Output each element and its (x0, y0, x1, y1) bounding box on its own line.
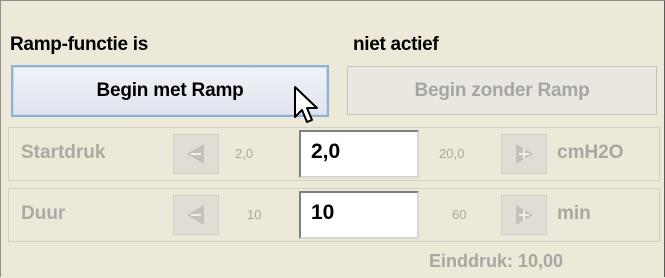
ramp-status-value: niet actief (353, 34, 439, 55)
begin-without-ramp-button[interactable]: Begin zonder Ramp (347, 66, 657, 115)
arrow-right-icon (516, 205, 533, 225)
start-pressure-increase-button[interactable] (501, 134, 547, 174)
duration-input[interactable]: 10 (299, 191, 419, 239)
duration-min: 10 (247, 207, 262, 222)
mouse-pointer-icon (294, 86, 318, 123)
duration-decrease-button[interactable] (173, 195, 219, 235)
duration-increase-button[interactable] (501, 195, 547, 235)
arrow-left-icon (187, 144, 204, 164)
duration-max: 60 (452, 207, 467, 222)
end-pressure-readout: Einddruk: 10,00 (429, 251, 564, 271)
arrow-left-icon (187, 205, 204, 225)
start-pressure-min: 2,0 (235, 146, 254, 161)
begin-with-ramp-button[interactable]: Begin met Ramp (11, 65, 329, 117)
ramp-status-label: Ramp-functie is (10, 34, 149, 55)
start-pressure-decrease-button[interactable] (173, 134, 219, 174)
start-pressure-input[interactable]: 2,0 (299, 130, 419, 178)
start-pressure-max: 20,0 (439, 146, 465, 161)
duration-unit: min (557, 203, 591, 224)
duration-row: Duur 10 10 60 min (8, 188, 660, 242)
ramp-panel: Ramp-functie is niet actief Begin met Ra… (0, 0, 665, 277)
start-pressure-row: Startdruk 2,0 2,0 20,0 cmH2O (8, 127, 660, 181)
start-pressure-unit: cmH2O (557, 142, 624, 163)
start-pressure-label: Startdruk (21, 142, 106, 163)
arrow-right-icon (516, 144, 533, 164)
duration-label: Duur (21, 203, 66, 224)
